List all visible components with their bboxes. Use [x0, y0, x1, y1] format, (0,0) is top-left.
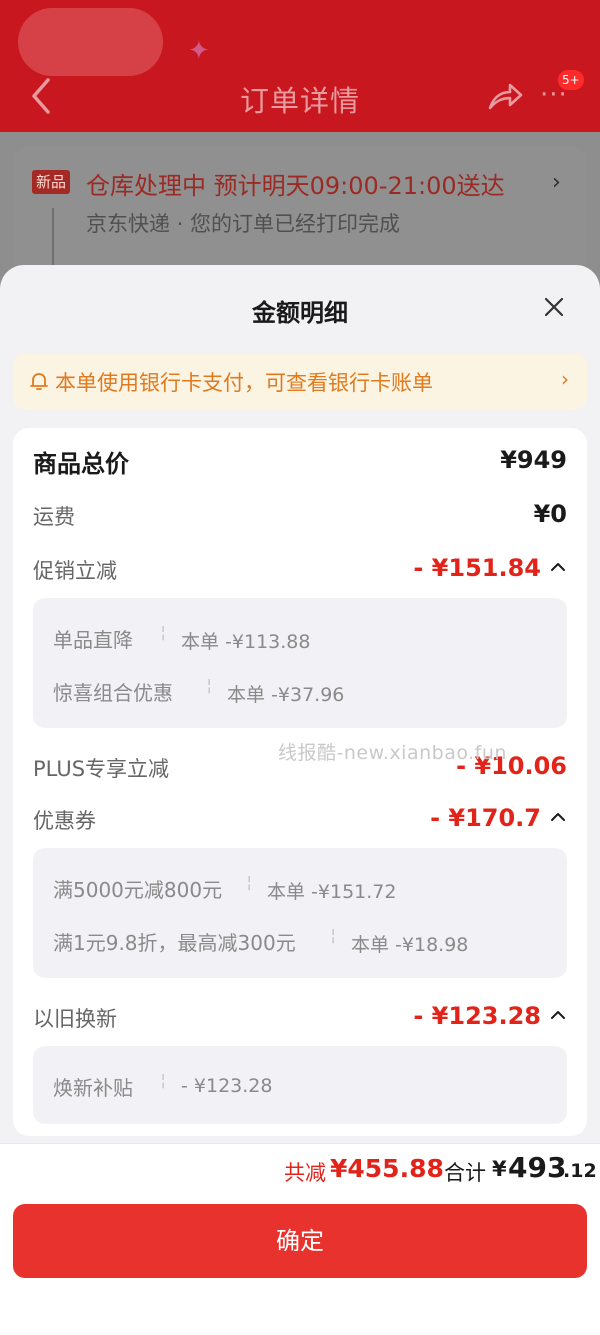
total-amount-integer: 493 — [508, 1151, 567, 1184]
notice-text: 本单使用银行卡支付，可查看银行卡账单 — [55, 371, 433, 395]
separator: ╎ — [329, 929, 338, 945]
tradein-item-label: 焕新补贴 — [53, 1076, 133, 1100]
chevron-up-icon[interactable] — [549, 1006, 567, 1024]
chevron-right-icon: › — [561, 367, 569, 391]
coupon-item-value: 本单 -¥18.98 — [351, 934, 469, 956]
promo-detail-box: 单品直降 ╎ 本单 -¥113.88 惊喜组合优惠 ╎ 本单 -¥37.96 — [33, 598, 567, 728]
order-status-sub: 京东快递 · 您的订单已经打印完成 — [86, 212, 401, 236]
goods-total-value: ¥949 — [500, 446, 567, 474]
bank-card-notice[interactable]: 本单使用银行卡支付，可查看银行卡账单 › — [13, 353, 587, 409]
decor-blob — [18, 8, 163, 76]
amount-card: 商品总价 ¥949 运费 ¥0 促销立减 - ¥151.84 单品直降 ╎ 本单… — [13, 428, 587, 1136]
tradein-label: 以旧换新 — [33, 1007, 117, 1031]
promo-item-value: 本单 -¥37.96 — [227, 684, 345, 706]
coupon-detail-box: 满5000元减800元 ╎ 本单 -¥151.72 满1元9.8折，最高减300… — [33, 848, 567, 978]
total-currency: ¥ — [492, 1157, 507, 1181]
goods-total-label: 商品总价 — [33, 450, 129, 478]
watermark: 线报酷-new.xianbao.fun — [278, 742, 507, 764]
chevron-right-icon: › — [552, 170, 561, 195]
sparkle-icon: ✦ — [188, 36, 210, 66]
timeline-line — [52, 208, 54, 268]
coupon-label: 优惠券 — [33, 809, 96, 833]
coupon-item-value: 本单 -¥151.72 — [267, 881, 397, 903]
separator: ╎ — [159, 1074, 168, 1090]
order-status-text: 仓库处理中 预计明天09:00-21:00送达 — [86, 172, 505, 200]
notification-badge: 5+ — [558, 70, 584, 90]
promo-value[interactable]: - ¥151.84 — [413, 554, 541, 582]
coupon-value[interactable]: - ¥170.7 — [430, 804, 541, 832]
coupon-item-label: 满5000元减800元 — [53, 878, 223, 902]
tradein-item-value: - ¥123.28 — [181, 1075, 273, 1097]
tradein-value[interactable]: - ¥123.28 — [413, 1002, 541, 1030]
promo-item-label: 单品直降 — [53, 628, 133, 652]
promo-label: 促销立减 — [33, 559, 117, 583]
bell-icon — [30, 373, 48, 390]
total-label: 合计 — [444, 1161, 486, 1185]
new-tag: 新品 — [32, 170, 71, 194]
promo-item-label: 惊喜组合优惠 — [53, 681, 173, 705]
plus-label: PLUS专享立减 — [33, 757, 170, 781]
tradein-detail-box: 焕新补贴 ╎ - ¥123.28 — [33, 1046, 567, 1124]
shipping-label: 运费 — [33, 505, 75, 529]
coupon-item-label: 满1元9.8折，最高减300元 — [53, 931, 296, 955]
chevron-up-icon[interactable] — [549, 558, 567, 576]
sheet-title: 金额明细 — [252, 299, 348, 327]
chevron-up-icon[interactable] — [549, 808, 567, 826]
share-icon[interactable] — [486, 78, 524, 114]
separator: ╎ — [159, 626, 168, 642]
promo-item-value: 本单 -¥113.88 — [181, 631, 311, 653]
shipping-value: ¥0 — [533, 500, 567, 528]
total-amount-decimal: .12 — [563, 1160, 597, 1182]
total-reduce-label: 共减 — [284, 1161, 326, 1185]
close-icon[interactable] — [536, 289, 572, 325]
separator: ╎ — [205, 679, 214, 695]
confirm-button[interactable]: 确定 — [13, 1204, 587, 1278]
separator: ╎ — [245, 876, 254, 892]
total-reduce-value: ¥455.88 — [330, 1154, 444, 1183]
